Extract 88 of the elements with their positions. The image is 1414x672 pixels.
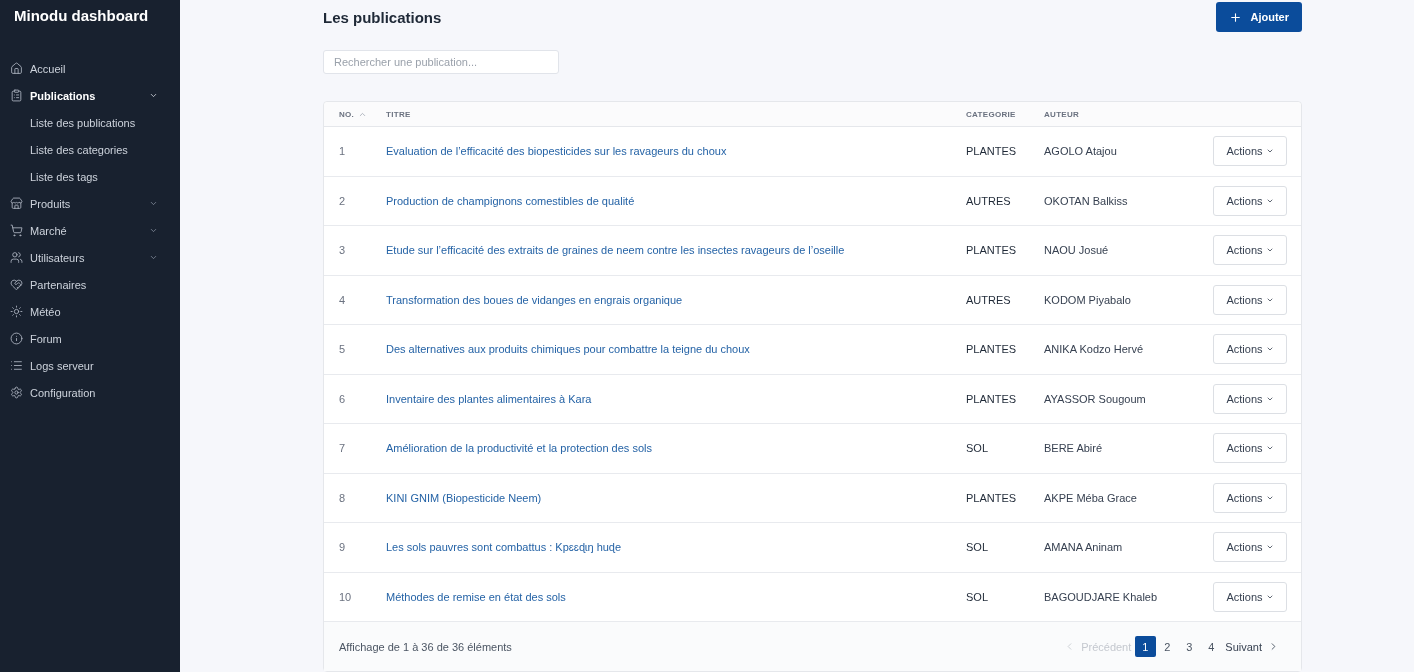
- sidebar-subitem[interactable]: Liste des categories: [0, 136, 180, 163]
- author-cell: AGOLO Atajou: [1044, 145, 1117, 158]
- author-cell: KODOM Piyabalo: [1044, 293, 1131, 306]
- add-button[interactable]: Ajouter: [1215, 2, 1302, 32]
- sun-icon: [10, 305, 23, 318]
- plus-icon: [1228, 10, 1242, 24]
- app-title: Minodu dashboard: [14, 6, 149, 26]
- list-icon: [10, 359, 23, 372]
- row-number: 8: [339, 491, 346, 504]
- row-number: 1: [339, 145, 346, 158]
- category-cell: PLANTES: [966, 145, 1017, 158]
- sidebar-subitem[interactable]: Liste des publications: [0, 109, 180, 136]
- row-number: 7: [339, 442, 346, 455]
- column-header[interactable]: CATEGORIE: [966, 109, 1016, 119]
- page-button[interactable]: 4: [1200, 636, 1222, 657]
- sidebar-item[interactable]: Accueil: [0, 55, 180, 82]
- actions-button[interactable]: Actions: [1213, 581, 1287, 612]
- category-cell: PLANTES: [966, 392, 1017, 405]
- actions-button[interactable]: Actions: [1213, 284, 1287, 315]
- category-cell: SOL: [966, 541, 988, 554]
- category-cell: AUTRES: [966, 194, 1011, 207]
- publication-title-link[interactable]: Transformation des boues de vidanges en engrais organique: [386, 293, 683, 306]
- category-cell: PLANTES: [966, 244, 1017, 257]
- sidebar-item[interactable]: Logs serveur: [0, 352, 180, 379]
- publication-title-link[interactable]: Inventaire des plantes alimentaires à Kara: [386, 392, 592, 405]
- page-title: Les publications: [323, 8, 442, 26]
- house-icon: [10, 62, 23, 75]
- category-cell: PLANTES: [966, 343, 1017, 356]
- sidebar-subitem[interactable]: Liste des tags: [0, 163, 180, 190]
- actions-button[interactable]: Actions: [1213, 235, 1287, 266]
- page-button[interactable]: 1: [1134, 636, 1156, 657]
- column-header[interactable]: AUTEUR: [1044, 109, 1080, 119]
- publication-title-link[interactable]: Des alternatives aux produits chimiques pour combattre la teigne du choux: [386, 343, 750, 356]
- category-cell: AUTRES: [966, 293, 1011, 306]
- row-number: 4: [339, 293, 346, 306]
- author-cell: BERE Abiré: [1044, 442, 1103, 455]
- publication-title-link[interactable]: Les sols pauvres sont combattus : Kpɛɛɖɩŋ huɖe: [386, 541, 622, 554]
- search-field[interactable]: Rechercher une publication...: [323, 50, 559, 74]
- actions-button[interactable]: Actions: [1213, 532, 1287, 563]
- author-cell: OKOTAN Balkiss: [1044, 194, 1128, 207]
- clipboard-icon: [10, 89, 23, 102]
- cart-icon: [10, 224, 23, 237]
- category-cell: SOL: [966, 590, 988, 603]
- info-icon: [10, 332, 23, 345]
- author-cell: AYASSOR Sougoum: [1044, 392, 1146, 405]
- sidebar-item[interactable]: Configuration: [0, 379, 180, 406]
- entries-summary: Affichage de 1 à 36 de 36 éléments: [339, 640, 512, 653]
- author-cell: AMANA Aninam: [1044, 541, 1123, 554]
- page-button[interactable]: 2: [1156, 636, 1178, 657]
- row-number: 9: [339, 541, 346, 554]
- heart-handshake-icon: [10, 278, 23, 291]
- row-number: 2: [339, 194, 346, 207]
- publication-title-link[interactable]: Amélioration de la productivité et la protection des sols: [386, 442, 652, 455]
- settings-icon: [10, 386, 23, 399]
- next-button[interactable]: Suivant: [1225, 640, 1279, 653]
- sidebar-item[interactable]: Forum: [0, 325, 180, 352]
- column-header[interactable]: NO.: [339, 109, 368, 119]
- actions-button[interactable]: Actions: [1213, 334, 1287, 365]
- actions-button[interactable]: Actions: [1213, 383, 1287, 414]
- sidebar-item[interactable]: Utilisateurs: [0, 244, 180, 271]
- row-number: 6: [339, 392, 346, 405]
- sidebar-item[interactable]: Marché: [0, 217, 180, 244]
- author-cell: AKPE Méba Grace: [1044, 491, 1137, 504]
- author-cell: NAOU Josué: [1044, 244, 1109, 257]
- author-cell: BAGOUDJARE Khaleb: [1044, 590, 1158, 603]
- row-number: 5: [339, 343, 346, 356]
- sidebar-item[interactable]: Météo: [0, 298, 180, 325]
- row-number: 3: [339, 244, 346, 257]
- publication-title-link[interactable]: Méthodes de remise en état des sols: [386, 590, 566, 603]
- publication-title-link[interactable]: Evaluation de l’efficacité des biopesticides sur les ravageurs du choux: [386, 145, 727, 158]
- row-number: 10: [339, 590, 352, 603]
- category-cell: PLANTES: [966, 491, 1017, 504]
- category-cell: SOL: [966, 442, 988, 455]
- page-button[interactable]: 3: [1178, 636, 1200, 657]
- publication-title-link[interactable]: Production de champignons comestibles de qualité: [386, 194, 635, 207]
- users-icon: [10, 251, 23, 264]
- column-header[interactable]: TITRE: [386, 109, 411, 119]
- publication-title-link[interactable]: Etude sur l’efficacité des extraits de graines de neem contre les insectes ravageurs de l’oseille: [386, 244, 845, 257]
- author-cell: ANIKA Kodzo Hervé: [1044, 343, 1144, 356]
- sidebar-item[interactable]: Partenaires: [0, 271, 180, 298]
- actions-button[interactable]: Actions: [1213, 482, 1287, 513]
- publication-title-link[interactable]: KINI GNIM (Biopesticide Neem): [386, 491, 542, 504]
- actions-button[interactable]: Actions: [1213, 136, 1287, 167]
- sidebar-item[interactable]: Produits: [0, 190, 180, 217]
- sidebar-item[interactable]: Publications: [0, 82, 180, 109]
- actions-button[interactable]: Actions: [1213, 433, 1287, 464]
- actions-button[interactable]: Actions: [1213, 185, 1287, 216]
- store-icon: [10, 197, 23, 210]
